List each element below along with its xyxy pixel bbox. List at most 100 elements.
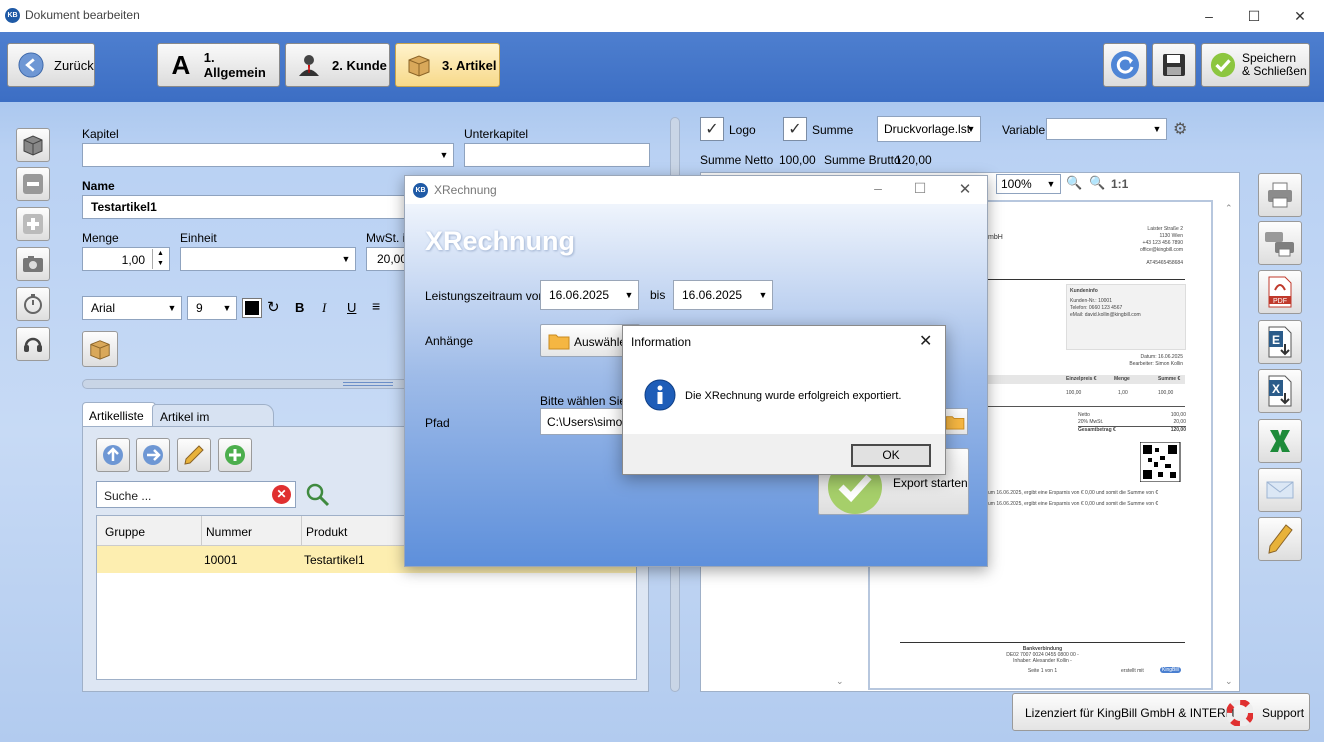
underline-button[interactable]: U — [347, 300, 356, 315]
column-header-produkt[interactable]: Produkt — [301, 516, 351, 546]
variable-dropdown[interactable]: ▼ — [1046, 118, 1167, 140]
bank-block: Bankverbindung DE02 7007 0024 0455 0800 … — [900, 646, 1185, 664]
address-block: Laister Straße 2 1130 Wien +43 123 456 7… — [1140, 226, 1183, 267]
period-from-datepicker[interactable]: 16.06.2025 ▼ — [540, 280, 639, 310]
tab-artikel[interactable]: 3. Artikel — [395, 43, 500, 87]
email-button[interactable] — [1258, 468, 1302, 512]
refresh-button[interactable] — [1103, 43, 1147, 87]
info-icon — [644, 379, 676, 414]
clear-search-icon[interactable]: ✕ — [272, 485, 291, 504]
support-link[interactable]: Support — [1262, 706, 1304, 720]
e-invoice-export-button[interactable]: E — [1258, 320, 1302, 364]
window-titlebar: KB Dokument bearbeiten – ☐ ✕ — [0, 0, 1324, 32]
refresh-icon — [1111, 51, 1139, 79]
back-button[interactable]: Zurück — [7, 43, 95, 87]
svg-text:X: X — [1272, 382, 1280, 396]
gear-icon[interactable]: ⚙ — [1173, 119, 1187, 139]
ok-button[interactable]: OK — [851, 444, 931, 467]
plus-icon — [23, 214, 43, 234]
zoom-out-icon[interactable]: 🔍 — [1089, 175, 1105, 191]
address-line: 1130 Wien — [1159, 233, 1183, 239]
save-button[interactable] — [1152, 43, 1196, 87]
name-input[interactable]: Testartikel1 — [82, 195, 412, 219]
einheit-dropdown[interactable]: ▼ — [180, 247, 356, 271]
path-input[interactable]: C:\Users\simon — [540, 408, 630, 435]
svg-text:PDF: PDF — [1273, 298, 1287, 305]
align-left-icon[interactable]: ≡ — [372, 298, 380, 314]
zoom-dropdown[interactable]: 100% ▼ — [996, 174, 1061, 194]
kingbill-logo: KingBill — [1160, 667, 1181, 673]
customer-info-line: eMail: david.kollin@kingbill.com — [1070, 312, 1141, 318]
address-line: +43 123 456 7890 — [1142, 240, 1183, 246]
pencil-icon — [184, 445, 204, 465]
summe-label: Summe — [812, 123, 854, 137]
tab-artikel-im-dokument[interactable]: Artikel im Dokument — [152, 404, 274, 438]
arrow-right-icon — [143, 445, 163, 465]
tab-artikelliste[interactable]: Artikelliste — [82, 402, 156, 427]
scroll-up-icon[interactable]: ⌃ — [1225, 203, 1233, 214]
article-box-button[interactable] — [16, 128, 50, 162]
logo-checkbox[interactable]: ✓ — [700, 117, 724, 141]
search-input[interactable]: Suche ... ✕ — [96, 481, 296, 508]
print-button[interactable] — [1258, 173, 1302, 217]
template-value: Druckvorlage.lst — [884, 122, 971, 136]
totals-block: Netto 100,00 20% MwSt. 20,00 Gesamtbetrag … — [1078, 412, 1186, 434]
kapitel-dropdown[interactable]: ▼ — [82, 143, 454, 167]
font-size-dropdown[interactable]: 9 ▼ — [187, 296, 237, 320]
timer-button[interactable] — [16, 287, 50, 321]
tab-allgemein[interactable]: A 1. Allgemein — [157, 43, 280, 87]
unterkapitel-input[interactable] — [464, 143, 650, 167]
undo-icon[interactable]: ↻ — [267, 298, 280, 316]
support-headset-button[interactable] — [16, 327, 50, 361]
license-support-bar: Lizenziert für KingBill GmbH & INTERN Su… — [1012, 693, 1310, 731]
menge-stepper[interactable]: 1,00 ▲ ▼ — [82, 247, 170, 271]
maximize-button[interactable]: ☐ — [1231, 4, 1277, 28]
bold-button[interactable]: B — [295, 300, 304, 315]
template-dropdown[interactable]: Druckvorlage.lst ▼ — [877, 116, 981, 142]
zoom-reset-button[interactable]: 1:1 — [1111, 177, 1128, 191]
period-to-datepicker[interactable]: 16.06.2025 ▼ — [673, 280, 773, 310]
xrechnung-maximize-button[interactable]: ☐ — [905, 180, 935, 197]
information-close-button[interactable]: ✕ — [919, 331, 932, 351]
remove-button[interactable] — [16, 167, 50, 201]
xrechnung-close-button[interactable]: ✕ — [950, 180, 980, 198]
left-scroll-down-icon[interactable]: ⌄ — [836, 676, 844, 687]
tab-kunde[interactable]: 2. Kunde — [285, 43, 390, 87]
period-to-value: 16.06.2025 — [682, 288, 743, 302]
font-family-dropdown[interactable]: Arial ▼ — [82, 296, 182, 320]
export-start-label: Export starten — [893, 476, 968, 490]
stepper-arrows-icon[interactable]: ▲ ▼ — [152, 249, 168, 269]
italic-button[interactable]: I — [322, 300, 326, 316]
column-header-gruppe[interactable]: Gruppe — [105, 525, 145, 539]
add-button[interactable] — [16, 207, 50, 241]
pdf-export-button[interactable]: PDF — [1258, 270, 1302, 314]
close-button[interactable]: ✕ — [1277, 4, 1323, 28]
total-value: 100,00 — [1170, 412, 1186, 418]
chevron-down-icon: ▼ — [439, 150, 449, 160]
text-color-button[interactable] — [242, 298, 262, 318]
camera-button[interactable] — [16, 247, 50, 281]
checkmark-icon: ✓ — [705, 121, 719, 138]
search-icon[interactable] — [306, 483, 330, 510]
customer-info-line: Telefon: 0660 123 4567 — [1070, 305, 1123, 311]
move-up-button[interactable] — [96, 438, 130, 472]
save-close-button[interactable]: Speichern & Schließen — [1201, 43, 1310, 87]
discount-note: um 16.06.2025, ergibt eine Ersparnis von… — [988, 501, 1159, 507]
minimize-button[interactable]: – — [1186, 4, 1232, 28]
minus-icon — [23, 174, 43, 194]
lifebuoy-icon[interactable] — [1226, 699, 1254, 729]
horizontal-splitter[interactable] — [82, 379, 412, 389]
xml-export-button[interactable]: X — [1258, 369, 1302, 413]
insert-article-button[interactable] — [82, 331, 118, 367]
summe-checkbox[interactable]: ✓ — [783, 117, 807, 141]
xrechnung-minimize-button[interactable]: – — [863, 180, 893, 196]
column-header-nummer[interactable]: Nummer — [201, 516, 256, 546]
add-article-button[interactable] — [218, 438, 252, 472]
edit-button[interactable] — [177, 438, 211, 472]
zoom-in-icon[interactable]: 🔍 — [1066, 175, 1082, 191]
scroll-down-icon[interactable]: ⌄ — [1225, 676, 1233, 687]
move-right-button[interactable] — [136, 438, 170, 472]
excel-export-button[interactable] — [1258, 419, 1302, 463]
print-multiple-button[interactable] — [1258, 221, 1302, 265]
edit-template-button[interactable] — [1258, 517, 1302, 561]
